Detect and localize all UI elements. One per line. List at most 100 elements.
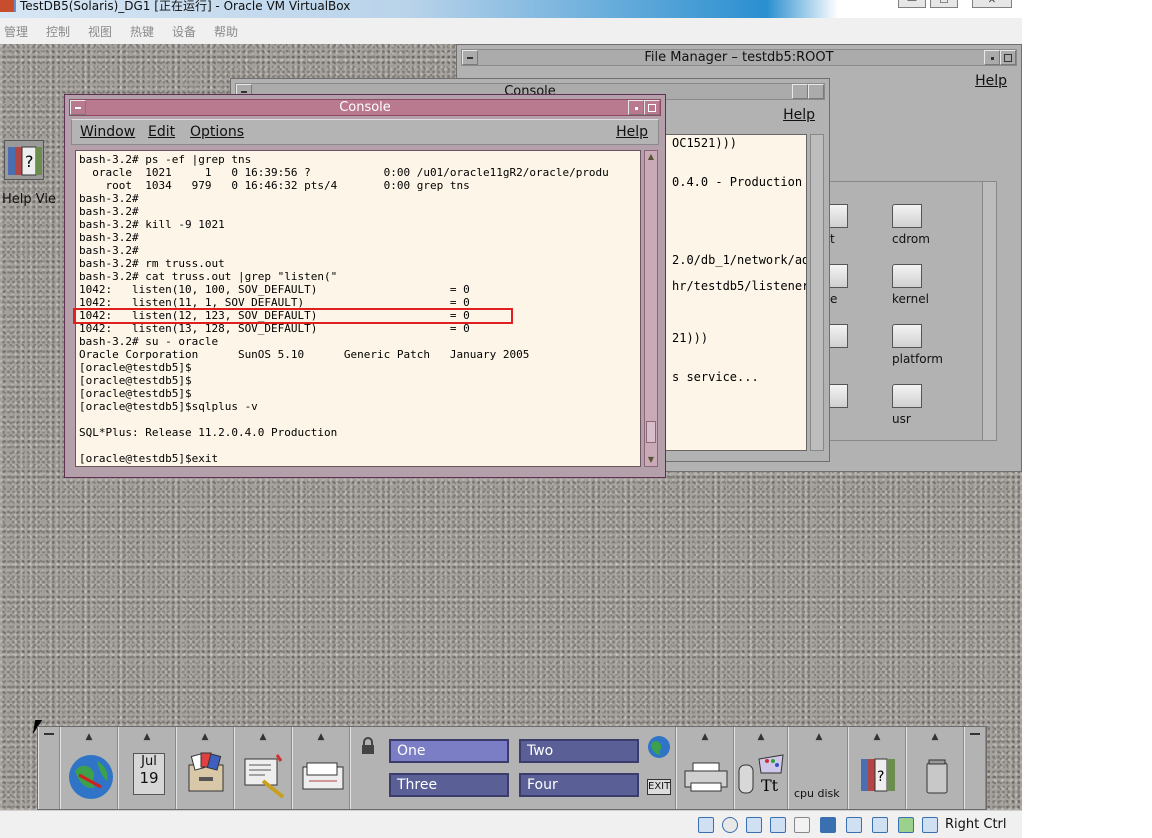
help-books-icon[interactable]: ?	[859, 757, 899, 793]
menu-devices[interactable]: 设备	[172, 23, 196, 40]
minimize-button[interactable]: —	[898, 0, 926, 8]
host-background	[1022, 0, 1152, 838]
shared-folders-icon[interactable]	[794, 817, 810, 833]
help-viewer-label: Help Vie	[2, 192, 56, 207]
folder-label: e	[830, 292, 838, 306]
virtualbox-host-window: TestDB5(Solaris)_DG1 [正在运行] - Oracle VM …	[0, 0, 1152, 838]
usb-icon[interactable]	[770, 817, 786, 833]
console-title-bar[interactable]: Console	[69, 99, 661, 116]
minimize-button[interactable]	[628, 100, 644, 115]
file-manager-scrollbar[interactable]	[982, 182, 996, 440]
scroll-up-arrow-icon[interactable]: ▲	[646, 152, 656, 162]
console-back-help-menu[interactable]: Help	[783, 107, 815, 123]
console-menu-bar: Window Edit Options Help	[71, 119, 659, 145]
front-panel-slot-mail[interactable]: ▲	[292, 727, 350, 809]
subpanel-arrow-icon[interactable]: ▲	[869, 733, 885, 742]
menu-help[interactable]: Help	[616, 124, 648, 140]
optical-drive-icon[interactable]	[722, 817, 738, 833]
svg-text:Tt: Tt	[761, 776, 779, 795]
printer-icon[interactable]	[683, 761, 729, 793]
cpu-disk-label: cpu disk	[794, 787, 840, 800]
audio-icon[interactable]	[746, 817, 762, 833]
scroll-down-arrow-icon[interactable]: ▼	[646, 455, 656, 465]
folder-icon[interactable]	[892, 264, 922, 288]
cpu-icon[interactable]	[872, 817, 888, 833]
maximize-button[interactable]: ☐	[930, 0, 958, 8]
help-book-icon: ?	[4, 140, 44, 180]
file-manager-title-bar[interactable]: File Manager – testdb5:ROOT	[461, 49, 1017, 66]
close-button[interactable]: ✕	[972, 0, 1012, 8]
workspace-two-button[interactable]: Two	[519, 739, 639, 763]
front-panel-slot-globe[interactable]: ▲	[60, 727, 118, 809]
file-manager-help-menu[interactable]: Help	[975, 73, 1007, 89]
subpanel-arrow-icon[interactable]: ▲	[753, 733, 769, 742]
menu-window[interactable]: Window	[80, 124, 135, 140]
keyboard-capture-icon[interactable]	[922, 817, 938, 833]
host-menu-bar: 管理 控制 视图 热键 设备 帮助	[0, 18, 1022, 44]
console-scrollbar[interactable]: ▲ ▼	[644, 150, 658, 467]
calendar-month: Jul	[141, 754, 157, 769]
subpanel-arrow-icon[interactable]: ▲	[697, 733, 713, 742]
subpanel-arrow-icon[interactable]: ▲	[81, 733, 97, 742]
front-panel-slot-files[interactable]: ▲	[176, 727, 234, 809]
maximize-button[interactable]	[1000, 50, 1016, 65]
menu-help[interactable]: 帮助	[214, 23, 238, 40]
menu-control[interactable]: 控制	[46, 23, 70, 40]
menu-view[interactable]: 视图	[88, 23, 112, 40]
highlight-box	[73, 308, 513, 324]
console-window[interactable]: Console Window Edit Options Help bash-3.…	[64, 94, 666, 478]
front-panel-slot-help[interactable]: ▲ ?	[848, 727, 906, 809]
busy-globe-icon	[648, 736, 670, 758]
maximize-button[interactable]	[808, 84, 824, 99]
text-editor-icon[interactable]	[243, 751, 287, 799]
menu-edit[interactable]: Edit	[148, 124, 175, 140]
mouse-integration-icon[interactable]	[898, 817, 914, 833]
style-manager-icon[interactable]: Tt	[737, 751, 787, 797]
menu-manage[interactable]: 管理	[4, 23, 28, 40]
front-panel-handle[interactable]	[38, 727, 60, 809]
front-panel-slot-calendar[interactable]: ▲ Jul 19	[118, 727, 176, 809]
file-cabinet-icon[interactable]	[187, 751, 227, 795]
subpanel-arrow-icon[interactable]: ▲	[313, 733, 329, 742]
subpanel-arrow-icon[interactable]: ▲	[811, 733, 827, 742]
subpanel-arrow-icon[interactable]: ▲	[255, 733, 271, 742]
subpanel-arrow-icon[interactable]: ▲	[197, 733, 213, 742]
exit-button[interactable]: EXIT	[647, 779, 671, 795]
console-back-scrollbar[interactable]	[810, 134, 824, 451]
minimize-button[interactable]	[792, 84, 808, 99]
subpanel-arrow-icon[interactable]: ▲	[927, 733, 943, 742]
host-title-bar: TestDB5(Solaris)_DG1 [正在运行] - Oracle VM …	[0, 0, 1022, 18]
mailbox-icon[interactable]	[301, 761, 345, 791]
calendar-icon[interactable]: Jul 19	[133, 753, 165, 795]
host-window-title: TestDB5(Solaris)_DG1 [正在运行] - Oracle VM …	[20, 0, 351, 13]
menu-options[interactable]: Options	[190, 124, 244, 140]
calendar-day: 19	[139, 769, 159, 787]
menu-hotkeys[interactable]: 热键	[130, 23, 154, 40]
file-manager-content[interactable]: t cdrom e kernel platform usr	[818, 181, 997, 441]
front-panel-slot-style-manager[interactable]: ▲ Tt	[734, 727, 788, 809]
subpanel-arrow-icon[interactable]: ▲	[139, 733, 155, 742]
workspace-four-button[interactable]: Four	[519, 773, 639, 797]
folder-icon[interactable]	[892, 384, 922, 408]
folder-icon[interactable]	[892, 324, 922, 348]
front-panel-slot-trash[interactable]: ▲	[906, 727, 964, 809]
front-panel-slot-cpu-disk[interactable]: ▲ cpu disk	[788, 727, 848, 809]
maximize-button[interactable]	[644, 100, 660, 115]
workspace-one-button[interactable]: One	[389, 739, 509, 763]
trash-can-icon[interactable]	[925, 759, 949, 795]
front-panel-slot-printer[interactable]: ▲	[676, 727, 734, 809]
minimize-button[interactable]	[984, 50, 1000, 65]
folder-icon[interactable]	[892, 204, 922, 228]
front-panel-minimize[interactable]	[964, 727, 986, 809]
help-viewer-desktop-icon[interactable]: ? Help Vie	[0, 134, 66, 208]
hard-disk-icon[interactable]	[698, 817, 714, 833]
console-title: Console	[339, 100, 391, 115]
workspace-three-button[interactable]: Three	[389, 773, 509, 797]
scrollbar-thumb[interactable]	[646, 421, 656, 443]
guest-desktop[interactable]: File Manager – testdb5:ROOT Help t cdrom…	[0, 44, 1022, 810]
globe-icon[interactable]	[67, 753, 115, 801]
lock-icon[interactable]	[361, 737, 375, 755]
network-icon[interactable]	[846, 817, 862, 833]
display-icon[interactable]	[820, 817, 836, 833]
front-panel-slot-editor[interactable]: ▲	[234, 727, 292, 809]
